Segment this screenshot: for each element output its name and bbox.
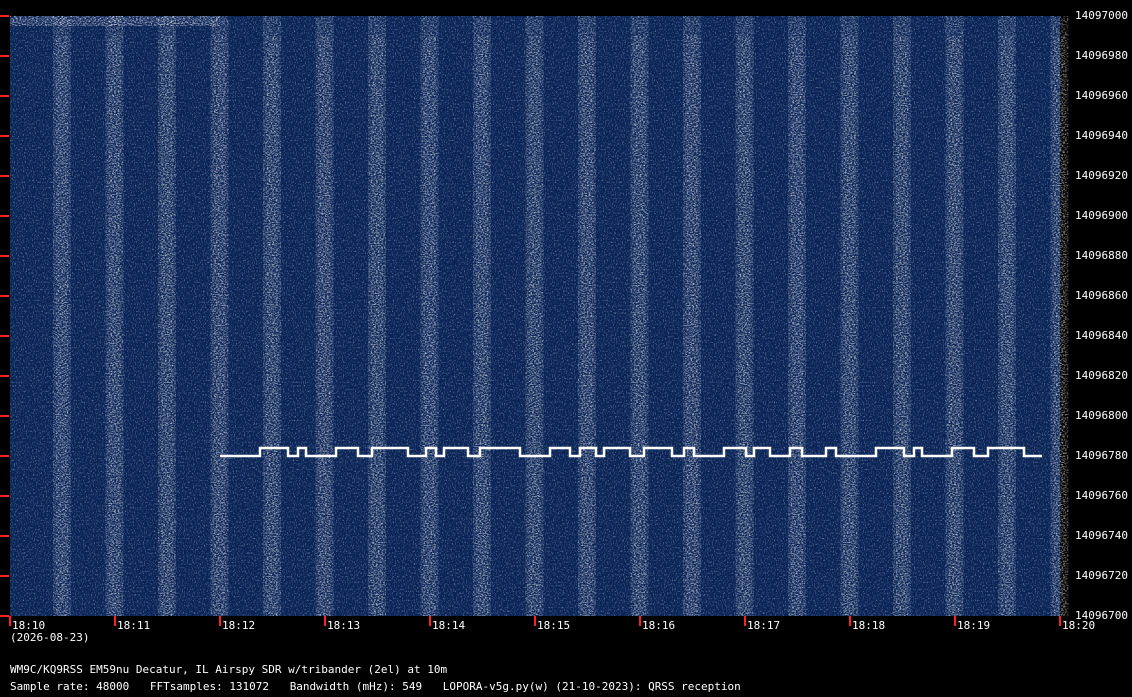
signal-column-core — [371, 36, 383, 616]
time-tick-label: 18:20 — [1062, 619, 1096, 632]
top-strip — [10, 16, 220, 26]
signal-column-core — [423, 36, 436, 616]
signal-column-core — [528, 36, 541, 616]
freq-tick-label: 14096760 — [1075, 489, 1128, 502]
signal-column-core — [161, 36, 173, 616]
signal-column-core — [896, 36, 908, 616]
signal-column-core — [476, 36, 488, 616]
time-tick-label: 18:16 — [642, 619, 676, 632]
freq-tick-label: 14096780 — [1075, 449, 1128, 462]
freq-tick-label: 14096880 — [1075, 249, 1128, 262]
freq-tick-label: 14096800 — [1075, 409, 1128, 422]
signal-column-core — [213, 36, 226, 616]
signal-column-core — [1053, 36, 1066, 616]
spectrogram — [0, 15, 1069, 626]
date-label: (2026-08-23) — [10, 631, 90, 644]
signal-column-core — [318, 36, 331, 616]
signal-column-core — [843, 36, 856, 616]
software-version: LOPORA-v5g.py(w) (21-10-2023): QRSS rece… — [442, 680, 741, 693]
time-tick-label: 18:19 — [957, 619, 991, 632]
signal-column-core — [108, 36, 121, 616]
signal-column-core — [56, 36, 68, 616]
freq-tick-label: 14096860 — [1075, 289, 1128, 302]
time-tick-label: 18:15 — [537, 619, 571, 632]
freq-tick-label: 14096980 — [1075, 49, 1128, 62]
time-tick-label: 18:11 — [117, 619, 151, 632]
signal-column-core — [1001, 36, 1013, 616]
freq-tick-label: 14096900 — [1075, 209, 1128, 222]
bandwidth: Bandwidth (mHz): 549 — [289, 680, 423, 693]
freq-tick-label: 14096920 — [1075, 169, 1128, 182]
fft-samples: FFTsamples: 131072 — [149, 680, 270, 693]
signal-column-core — [686, 36, 698, 616]
freq-tick-label: 14096940 — [1075, 129, 1128, 142]
signal-column-core — [791, 36, 803, 616]
signal-column-core — [581, 36, 593, 616]
signal-column-core — [738, 36, 751, 616]
time-tick-label: 18:14 — [432, 619, 466, 632]
freq-tick-label: 14096820 — [1075, 369, 1128, 382]
freq-tick-label: 14097000 — [1075, 9, 1128, 22]
freq-tick-label: 14096960 — [1075, 89, 1128, 102]
sample-rate: Sample rate: 48000 — [10, 680, 130, 693]
signal-column-core — [633, 36, 646, 616]
signal-column-core — [266, 36, 278, 616]
time-tick-label: 18:13 — [327, 619, 361, 632]
freq-tick-label: 14096840 — [1075, 329, 1128, 342]
signal-column-core — [948, 36, 961, 616]
freq-tick-label: 14096740 — [1075, 529, 1128, 542]
freq-tick-label: 14096720 — [1075, 569, 1128, 582]
station-info: WM9C/KQ9RSS EM59nu Decatur, IL Airspy SD… — [10, 663, 448, 676]
time-tick-label: 18:18 — [852, 619, 886, 632]
time-tick-label: 18:12 — [222, 619, 256, 632]
reception-info: Sample rate: 48000 FFTsamples: 131072 Ba… — [10, 681, 755, 693]
time-tick-label: 18:17 — [747, 619, 781, 632]
top-strip-block — [10, 16, 220, 26]
